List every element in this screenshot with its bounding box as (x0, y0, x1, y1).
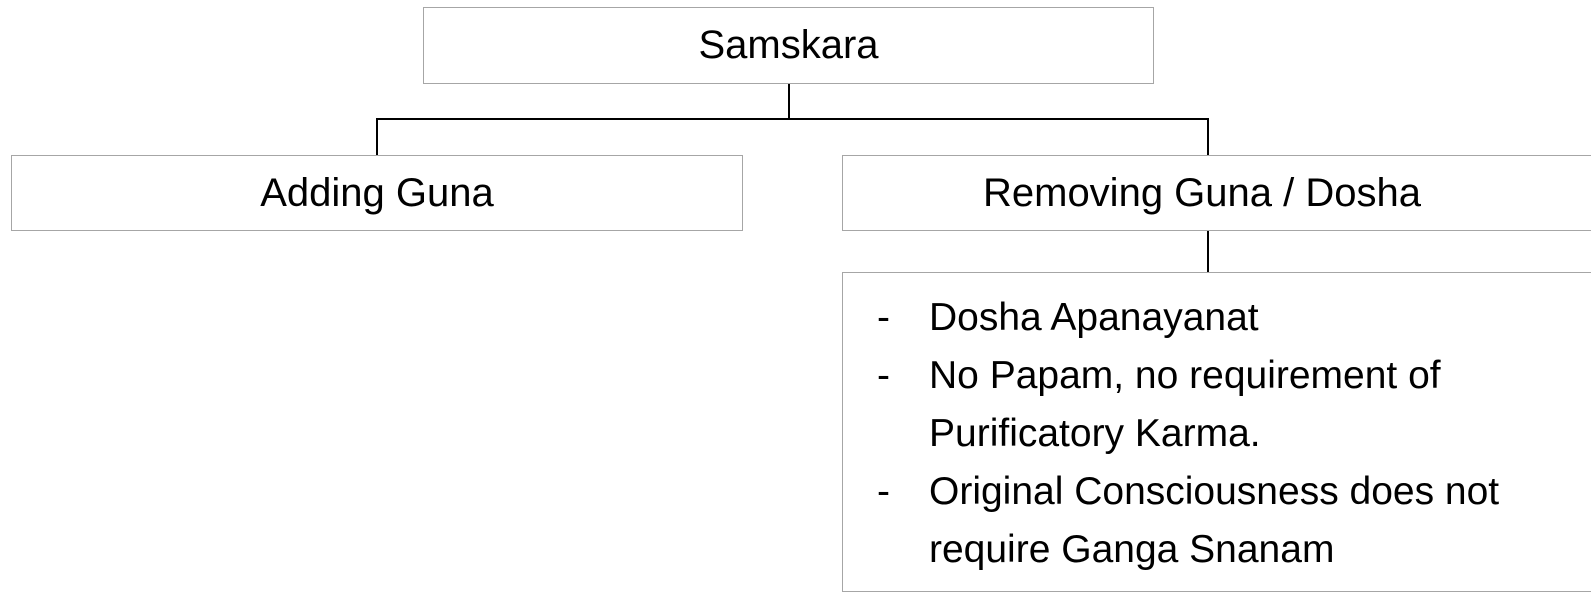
node-removing-guna-label: Removing Guna / Dosha (982, 170, 1421, 215)
connector-left-down (376, 118, 378, 156)
connector-right-down (1207, 118, 1209, 156)
node-adding-guna-label: Adding Guna (260, 170, 494, 215)
details-item-text: No Papam, no requirement of Purificatory… (929, 354, 1441, 455)
details-item: - No Papam, no requirement of Purificato… (877, 347, 1519, 463)
node-root: Samskara (423, 7, 1154, 84)
node-adding-guna: Adding Guna (11, 155, 743, 231)
details-list: - Dosha Apanayanat - No Papam, no requir… (877, 289, 1591, 579)
connector-horizontal (376, 118, 1209, 120)
details-item-text: Original Consciousness does not require … (929, 470, 1500, 571)
dash-bullet: - (877, 296, 890, 339)
details-item: - Dosha Apanayanat (877, 289, 1591, 347)
connector-root-down (788, 83, 790, 119)
connector-details-down (1207, 230, 1209, 273)
dash-bullet: - (877, 470, 890, 513)
node-details: - Dosha Apanayanat - No Papam, no requir… (842, 272, 1591, 592)
node-removing-guna: Removing Guna / Dosha (842, 155, 1591, 231)
details-item-text: Dosha Apanayanat (929, 296, 1259, 339)
dash-bullet: - (877, 354, 890, 397)
details-item: - Original Consciousness does not requir… (877, 463, 1569, 579)
node-root-label: Samskara (698, 23, 879, 67)
